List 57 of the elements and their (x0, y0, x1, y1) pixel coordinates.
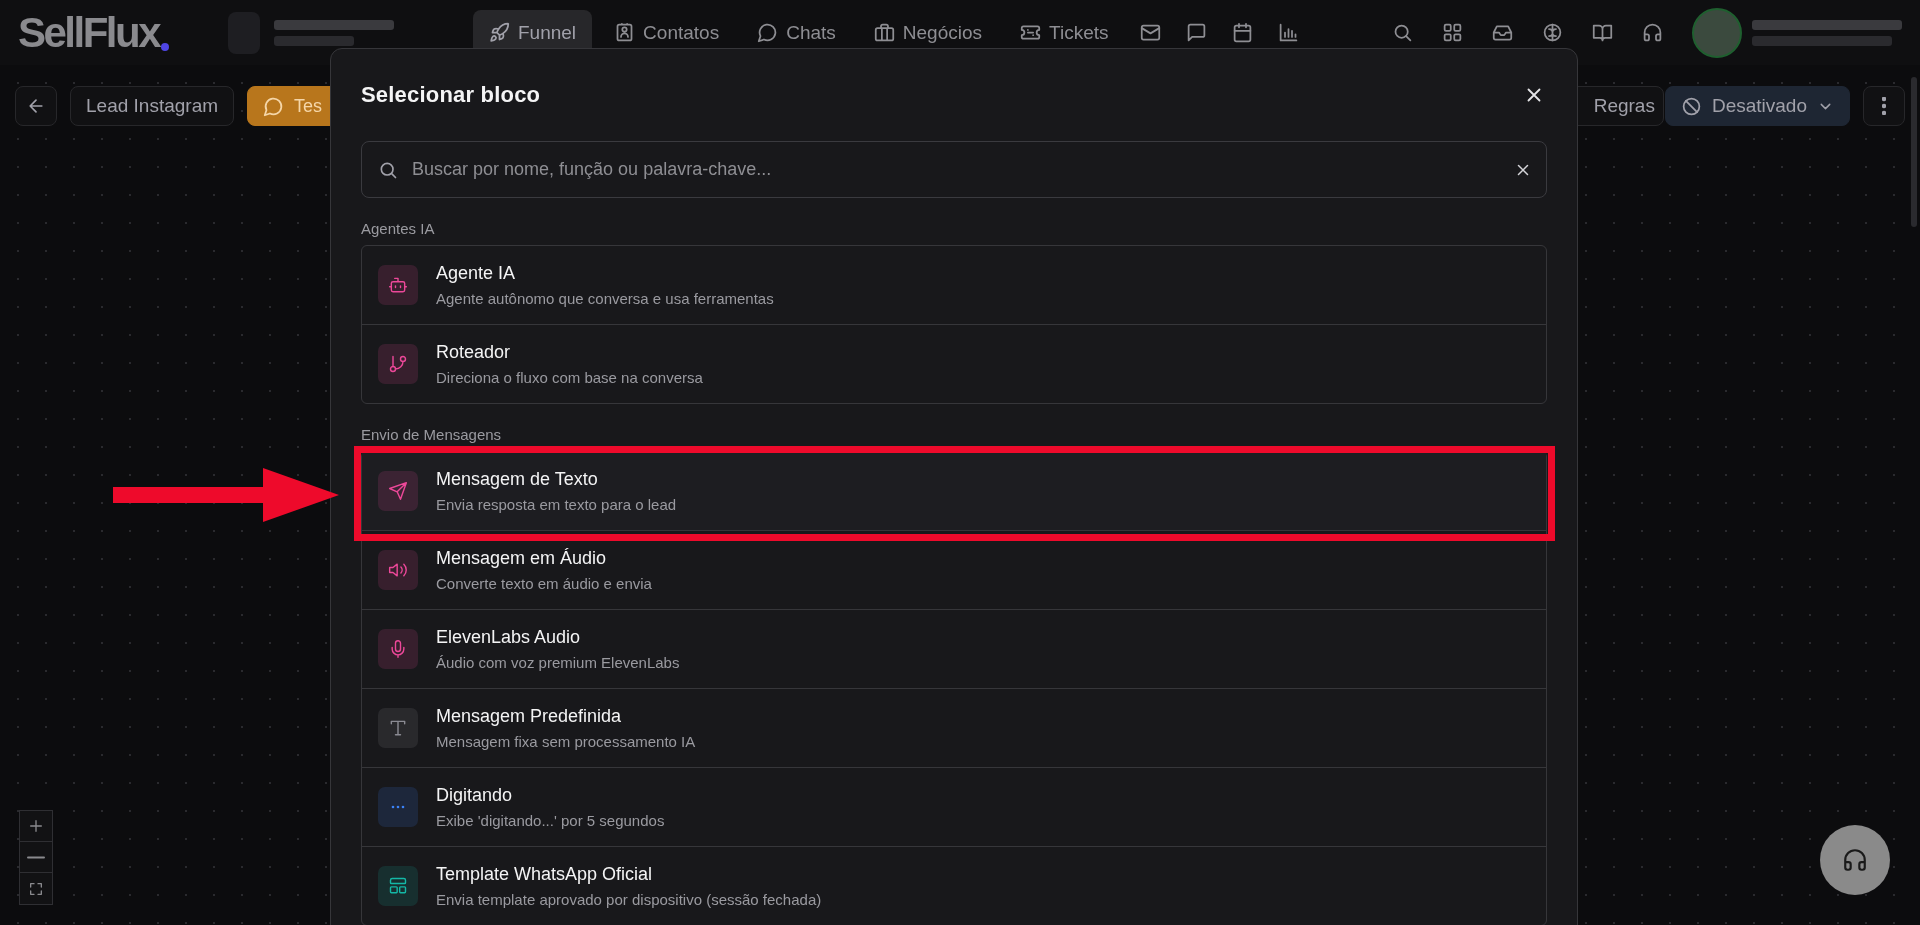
avatar[interactable] (1692, 7, 1742, 58)
nav-tab[interactable]: Chats (741, 10, 852, 55)
block-option[interactable]: Agente IA Agente autônomo que conversa e usa ferramentas (362, 246, 1546, 325)
status-dropdown[interactable]: Desativado (1664, 86, 1850, 126)
ban-icon (1680, 95, 1702, 117)
calendar-icon (1232, 22, 1253, 43)
block-title: Digitando (436, 785, 514, 806)
logo[interactable]: SellFlux (18, 11, 228, 54)
block-title: Mensagem em Áudio (436, 548, 608, 569)
block-option[interactable]: Digitando Exibe 'digitando...' por 5 segundos (362, 768, 1546, 847)
section-label: Envio de Mensagens (361, 425, 503, 445)
block-title: Template WhatsApp Oficial (436, 864, 654, 885)
search-input[interactable]: Buscar por nome, função ou palavra-chave... (410, 158, 1502, 181)
back-button[interactable] (15, 86, 57, 126)
grid-icon (1441, 22, 1463, 43)
block-description: Converte texto em áudio e envia (436, 575, 652, 592)
section-label: Agentes IA (361, 219, 436, 239)
message-icon (1186, 22, 1207, 43)
block-description: Direciona o fluxo com base na conversa (436, 369, 703, 386)
block-title: Agente IA (436, 263, 517, 284)
block-title: ElevenLabs Audio (436, 627, 582, 648)
mail-icon (1140, 22, 1161, 43)
block-option[interactable]: Mensagem Predefinida Mensagem fixa sem processamento IA (362, 689, 1546, 768)
chat-bubble-icon (263, 95, 285, 117)
block-title: Roteador (436, 342, 512, 363)
block-description: Exibe 'digitando...' por 5 segundos (436, 812, 665, 829)
minus-icon (27, 855, 45, 859)
book-icon (1591, 22, 1613, 43)
brain-icon (1541, 22, 1563, 43)
headset-icon (1641, 22, 1663, 43)
block-option[interactable]: Mensagem em Áudio Converte texto em áudio e envia (362, 531, 1546, 610)
more-button[interactable] (1863, 86, 1905, 126)
block-option[interactable]: Roteador Direciona o fluxo com base na conversa (362, 325, 1546, 403)
block-option[interactable]: Template WhatsApp Oficial Envia template aprovado por dispositivo (sessão fechada) (362, 847, 1546, 925)
block-title: Mensagem de Texto (436, 469, 599, 490)
briefcase-icon (873, 22, 895, 43)
block-title: Mensagem Predefinida (436, 706, 623, 727)
plus-icon (28, 818, 44, 834)
block-option[interactable]: Mensagem de Texto Envia resposta em texto para o lead (362, 452, 1546, 531)
block-description: Mensagem fixa sem processamento IA (436, 733, 696, 750)
block-option[interactable]: ElevenLabs Audio Áudio com voz premium ElevenLabs (362, 610, 1546, 689)
chat-bubble-icon (757, 22, 779, 43)
block-description: Envia template aprovado por dispositivo (sessão fechada) (436, 891, 822, 908)
flow-name-button[interactable]: Lead Instagram (70, 86, 235, 126)
scrollbar[interactable] (1911, 77, 1917, 227)
headset-icon (1842, 847, 1868, 873)
bar-chart-icon (1278, 22, 1299, 43)
block-description: Envia resposta em texto para o lead (436, 496, 677, 513)
block-description: Agente autônomo que conversa e usa ferramentas (436, 290, 774, 307)
nav-tab[interactable]: Tickets (1004, 10, 1125, 55)
rocket-icon (489, 22, 510, 43)
expand-icon (28, 880, 44, 897)
nav-tab[interactable]: Contatos (598, 10, 736, 55)
block-description: Áudio com voz premium ElevenLabs (436, 654, 680, 671)
nav-tab[interactable]: Negócios (857, 10, 998, 55)
more-vertical-icon (1882, 97, 1886, 115)
search-field[interactable]: Buscar por nome, função ou palavra-chave... (361, 141, 1547, 198)
